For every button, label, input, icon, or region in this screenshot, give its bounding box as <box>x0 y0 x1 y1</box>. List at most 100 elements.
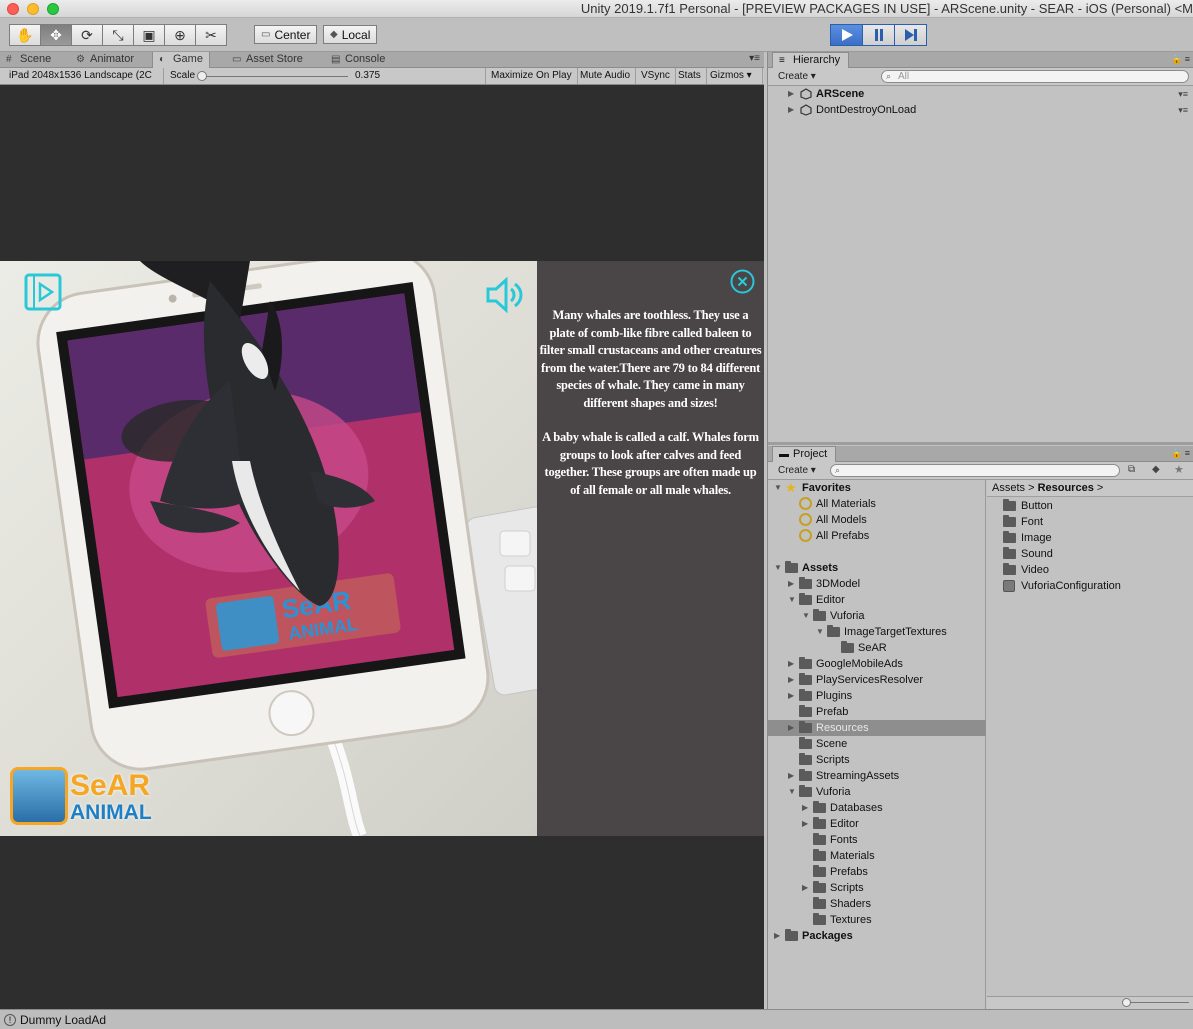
rect-tool-button[interactable]: ▣ <box>133 24 165 46</box>
menu-icon[interactable]: ▾≡ <box>1178 86 1188 102</box>
video-icon[interactable] <box>24 273 62 311</box>
menu-icon[interactable]: ▾≡ <box>1178 102 1188 118</box>
folder-vuforia[interactable]: ▼ Vuforia <box>768 608 986 624</box>
tab-game[interactable]: ◐ Game <box>152 52 210 68</box>
hierarchy-item-arscene[interactable]: ▶ ARScene ▾≡ <box>768 86 1193 102</box>
project-create-button[interactable]: Create ▾ <box>774 464 820 477</box>
folder-imagetargettextures[interactable]: ▼ ImageTargetTextures <box>768 624 986 640</box>
folder-sear[interactable]: SeAR <box>768 640 986 656</box>
tab-menu-icon[interactable]: ▾≡ <box>749 53 760 64</box>
expand-right-icon[interactable]: ▶ <box>802 800 808 816</box>
folder-materials[interactable]: Materials <box>768 848 986 864</box>
expand-right-icon[interactable]: ▶ <box>788 576 794 592</box>
expand-arrow-icon[interactable]: ▶ <box>788 102 794 118</box>
icon-size-slider[interactable] <box>987 996 1193 1009</box>
expand-right-icon[interactable]: ▶ <box>774 928 780 944</box>
expand-arrow-icon[interactable]: ▶ <box>788 86 794 102</box>
tab-console[interactable]: ▤ Console <box>325 52 391 68</box>
asset-sound[interactable]: Sound <box>987 546 1193 562</box>
expand-down-icon[interactable]: ▼ <box>774 480 782 496</box>
folder-scene[interactable]: Scene <box>768 736 986 752</box>
expand-down-icon[interactable]: ▼ <box>788 592 796 608</box>
folder-editor[interactable]: ▶ Editor <box>768 816 986 832</box>
slider-track[interactable] <box>1127 1002 1189 1003</box>
close-icon[interactable] <box>730 269 755 294</box>
play-button[interactable] <box>830 24 863 46</box>
panel-splitter[interactable] <box>768 442 1193 445</box>
folder-databases[interactable]: ▶ Databases <box>768 800 986 816</box>
folder-playservicesresolver[interactable]: ▶ PlayServicesResolver <box>768 672 986 688</box>
breadcrumb-root[interactable]: Assets <box>992 482 1025 494</box>
resolution-dropdown[interactable]: iPad 2048x1536 Landscape (2C <box>4 68 164 84</box>
tab-project[interactable]: ▬ Project <box>772 446 837 462</box>
maximize-on-play-toggle[interactable]: Maximize On Play <box>485 68 578 84</box>
expand-right-icon[interactable]: ▶ <box>788 656 794 672</box>
status-message[interactable]: Dummy LoadAd <box>20 1010 106 1029</box>
folder-resources[interactable]: ▶ Resources <box>768 720 986 736</box>
expand-down-icon[interactable]: ▼ <box>802 608 810 624</box>
folder-prefabs[interactable]: Prefabs <box>768 864 986 880</box>
stats-toggle[interactable]: Stats <box>673 68 707 84</box>
pivot-mode-button[interactable]: ▭ Center <box>254 25 318 44</box>
breadcrumb-current[interactable]: Resources <box>1038 482 1094 494</box>
folder-prefab[interactable]: Prefab <box>768 704 986 720</box>
slider-knob[interactable] <box>1122 998 1131 1007</box>
tab-animator[interactable]: ⚙ Animator <box>70 52 140 68</box>
tab-asset-store[interactable]: ▭ Asset Store <box>226 52 309 68</box>
speaker-icon[interactable] <box>486 277 526 313</box>
mute-audio-toggle[interactable]: Mute Audio <box>575 68 637 84</box>
label-tag-icon[interactable]: ◆ <box>1152 464 1160 475</box>
hand-tool-button[interactable]: ✋ <box>9 24 41 46</box>
move-tool-button[interactable]: ✥ <box>40 24 72 46</box>
asset-image[interactable]: Image <box>987 530 1193 546</box>
rotate-tool-button[interactable]: ⟳ <box>71 24 103 46</box>
folder-editor[interactable]: ▼ Editor <box>768 592 986 608</box>
custom-tool-button[interactable]: ✂ <box>195 24 227 46</box>
step-button[interactable] <box>894 24 927 46</box>
expand-down-icon[interactable]: ▼ <box>816 624 824 640</box>
gizmos-dropdown[interactable]: Gizmos ▾ <box>705 68 763 84</box>
tab-hierarchy[interactable]: ≡ Hierarchy <box>772 52 850 68</box>
folder-plugins[interactable]: ▶ Plugins <box>768 688 986 704</box>
folder-textures[interactable]: Textures <box>768 912 986 928</box>
folder-3dmodel[interactable]: ▶ 3DModel <box>768 576 986 592</box>
expand-right-icon[interactable]: ▶ <box>788 720 794 736</box>
expand-down-icon[interactable]: ▼ <box>788 784 796 800</box>
scale-tool-button[interactable]: ⤡ <box>102 24 134 46</box>
folder-fonts[interactable]: Fonts <box>768 832 986 848</box>
hierarchy-item-dontdestroyonload[interactable]: ▶ DontDestroyOnLoad ▾≡ <box>768 102 1193 118</box>
ar-camera-feed[interactable]: SeAR ANIMAL <box>0 261 537 836</box>
expand-right-icon[interactable]: ▶ <box>802 880 808 896</box>
folder-scripts[interactable]: Scripts <box>768 752 986 768</box>
hierarchy-create-button[interactable]: Create ▾ <box>774 70 820 83</box>
project-search-input[interactable]: ⌕ <box>830 464 1120 477</box>
favorite-item[interactable]: All Prefabs <box>768 528 986 544</box>
lock-icon[interactable]: 🔒 ≡ <box>1171 54 1190 65</box>
lock-icon[interactable]: 🔒 ≡ <box>1171 448 1190 459</box>
asset-button[interactable]: Button <box>987 498 1193 514</box>
star-icon[interactable]: ★ <box>1174 463 1184 476</box>
expand-down-icon[interactable]: ▼ <box>774 560 782 576</box>
favorite-item[interactable]: All Materials <box>768 496 986 512</box>
expand-right-icon[interactable]: ▶ <box>788 688 794 704</box>
expand-right-icon[interactable]: ▶ <box>802 816 808 832</box>
expand-right-icon[interactable]: ▶ <box>788 672 794 688</box>
vsync-toggle[interactable]: VSync <box>636 68 676 84</box>
favorites-header[interactable]: ▼ ★ Favorites <box>768 480 986 496</box>
scale-slider-knob[interactable] <box>197 71 207 81</box>
favorite-item[interactable]: All Models <box>768 512 986 528</box>
scale-slider-track[interactable] <box>203 76 348 77</box>
folder-scripts[interactable]: ▶ Scripts <box>768 880 986 896</box>
filter-type-icon[interactable]: ⧉ <box>1128 464 1135 475</box>
transform-tool-button[interactable]: ⊕ <box>164 24 196 46</box>
asset-font[interactable]: Font <box>987 514 1193 530</box>
folder-googlemobileads[interactable]: ▶ GoogleMobileAds <box>768 656 986 672</box>
assets-root[interactable]: ▼ Assets <box>768 560 986 576</box>
expand-right-icon[interactable]: ▶ <box>788 768 794 784</box>
pause-button[interactable] <box>862 24 895 46</box>
folder-shaders[interactable]: Shaders <box>768 896 986 912</box>
asset-vuforiaconfiguration[interactable]: VuforiaConfiguration <box>987 578 1193 594</box>
tab-scene[interactable]: # Scene <box>0 52 57 68</box>
pivot-space-button[interactable]: ◆ Local <box>323 25 378 44</box>
folder-streamingassets[interactable]: ▶ StreamingAssets <box>768 768 986 784</box>
